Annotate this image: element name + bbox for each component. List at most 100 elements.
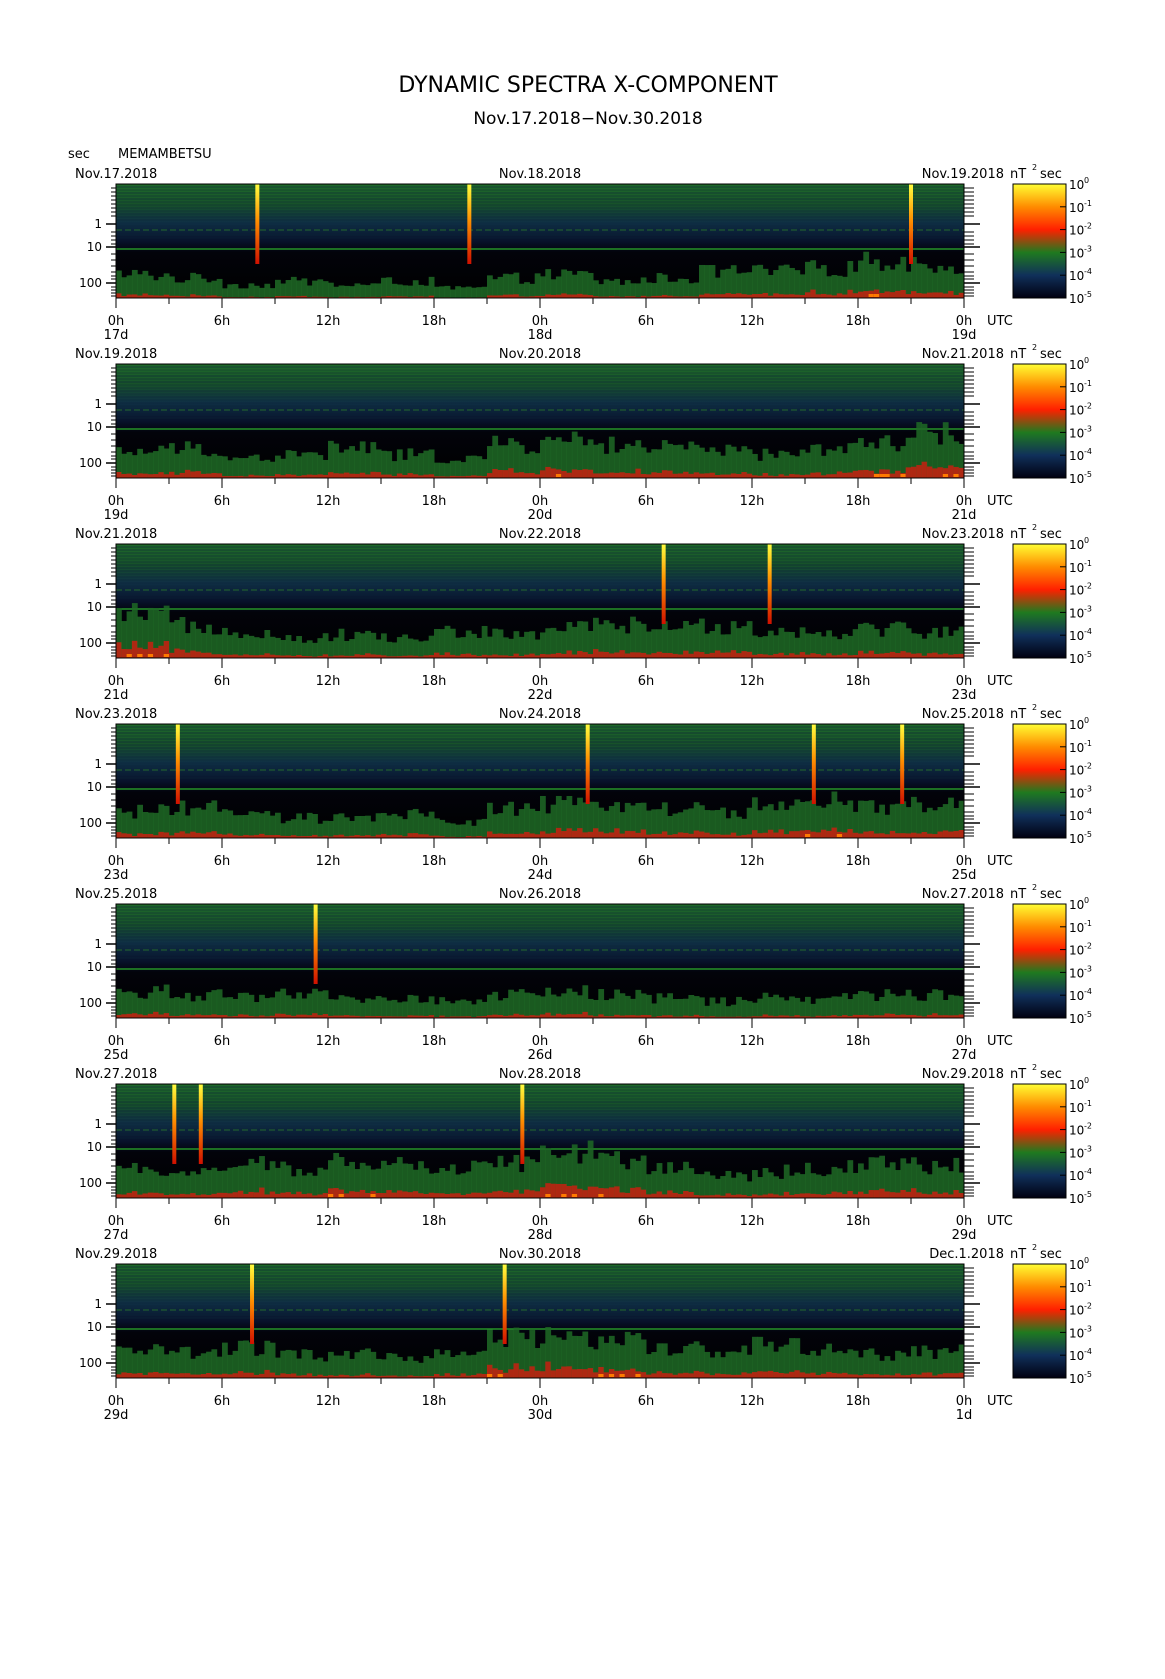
colorbar-exponent: -2	[1084, 222, 1092, 231]
activity-bar	[169, 998, 175, 1018]
x-tick-label: 6h	[214, 854, 231, 869]
x-tick-label: 18h	[846, 1034, 871, 1049]
x-tick-label: 6h	[214, 314, 231, 329]
activity-bar-high	[884, 1191, 891, 1198]
activity-bar	[873, 448, 880, 478]
activity-bar	[550, 994, 557, 1018]
panel-date-mid: Nov.28.2018	[499, 1067, 581, 1082]
y-tick-label: 1	[94, 397, 102, 411]
activity-bar-high	[714, 294, 721, 298]
activity-bar-high	[762, 473, 769, 478]
activity-bar-high	[693, 472, 700, 478]
activity-bar	[296, 280, 302, 298]
activity-bar	[709, 265, 716, 298]
activity-bar	[661, 274, 668, 298]
activity-bar	[566, 988, 573, 1018]
activity-bar	[640, 447, 647, 478]
activity-bar-high	[805, 654, 811, 658]
activity-bar-high	[921, 1372, 928, 1378]
activity-bar-high	[799, 1372, 806, 1378]
activity-bar-high	[455, 1193, 461, 1198]
activity-bar-high	[640, 829, 647, 838]
activity-bar	[285, 450, 292, 478]
activity-bar	[720, 269, 726, 298]
activity-bar-high	[529, 1366, 536, 1378]
spectral-spike	[175, 724, 180, 804]
activity-bar-high	[359, 472, 366, 478]
activity-bar-high	[126, 294, 133, 298]
activity-bar-high	[524, 1189, 530, 1198]
activity-bar-high	[619, 472, 626, 478]
x-tick-label: 0h	[108, 1394, 125, 1409]
activity-bar-high	[555, 827, 562, 838]
colorbar-label: 10	[1069, 292, 1084, 306]
activity-bar-high	[195, 832, 202, 838]
activity-bar	[566, 270, 573, 298]
activity-bar-high	[200, 652, 207, 658]
activity-bar	[699, 997, 705, 1018]
activity-bar	[375, 1358, 382, 1378]
activity-bar-high	[651, 833, 658, 838]
colorbar-exponent: -1	[1084, 1279, 1092, 1288]
activity-bar	[635, 802, 642, 838]
activity-peak	[163, 654, 170, 657]
activity-bar-high	[619, 1192, 626, 1198]
spectral-spike	[172, 1084, 177, 1164]
activity-bar	[603, 1000, 610, 1018]
activity-bar	[842, 993, 848, 1018]
activity-bar	[312, 280, 318, 298]
activity-bar	[730, 446, 737, 478]
x-tick-label: 6h	[638, 674, 655, 689]
activity-bar	[587, 630, 594, 658]
activity-bar-high	[948, 1194, 954, 1198]
y-tick-label: 1	[94, 1117, 102, 1131]
activity-bar	[550, 627, 557, 658]
activity-bar	[476, 819, 483, 838]
activity-peak	[953, 474, 960, 477]
activity-bar-high	[799, 652, 806, 658]
activity-bar-high	[190, 831, 196, 838]
activity-bar	[296, 813, 302, 838]
activity-bar-high	[211, 654, 218, 658]
power-unit-exponent: 2	[1032, 1243, 1037, 1252]
activity-bar	[381, 277, 387, 298]
activity-bar-high	[868, 831, 875, 838]
activity-bar-high	[137, 1194, 143, 1198]
activity-bar-high	[550, 832, 557, 838]
activity-bar-high	[571, 654, 578, 658]
activity-bar	[386, 451, 393, 478]
day-label-mid: 26d	[528, 1048, 553, 1063]
activity-bar	[852, 1350, 859, 1378]
activity-bar-high	[264, 1194, 271, 1198]
activity-bar-high	[232, 654, 239, 658]
activity-bar	[449, 460, 456, 478]
activity-bar	[492, 279, 499, 298]
colorbar-exponent: -5	[1084, 650, 1092, 659]
activity-bar	[370, 1351, 377, 1378]
y-tick-label: 1	[94, 757, 102, 771]
activity-bar-high	[582, 294, 589, 298]
activity-bar-high	[296, 1191, 302, 1198]
activity-bar-high	[206, 473, 212, 478]
activity-bar-high	[116, 1374, 122, 1378]
activity-bar-high	[534, 1191, 541, 1198]
activity-bar-high	[243, 1014, 249, 1018]
activity-bar	[349, 1358, 355, 1378]
activity-bar-high	[487, 1192, 493, 1198]
activity-bar-high	[667, 1373, 673, 1378]
activity-bar	[434, 286, 440, 298]
activity-bar-high	[736, 653, 742, 658]
activity-bar	[290, 641, 297, 658]
activity-bar-high	[381, 1193, 387, 1198]
activity-bar	[243, 288, 249, 298]
y-tick-label: 100	[79, 816, 102, 830]
activity-bar-high	[147, 1372, 154, 1378]
panel-date-right: Nov.21.2018	[922, 347, 1004, 362]
activity-bar-high	[603, 651, 610, 658]
activity-bar	[529, 283, 536, 298]
activity-bar	[826, 997, 832, 1018]
activity-bar	[661, 997, 668, 1018]
activity-bar-high	[630, 1187, 636, 1198]
activity-bar	[206, 282, 212, 298]
activity-bar-high	[889, 473, 896, 478]
